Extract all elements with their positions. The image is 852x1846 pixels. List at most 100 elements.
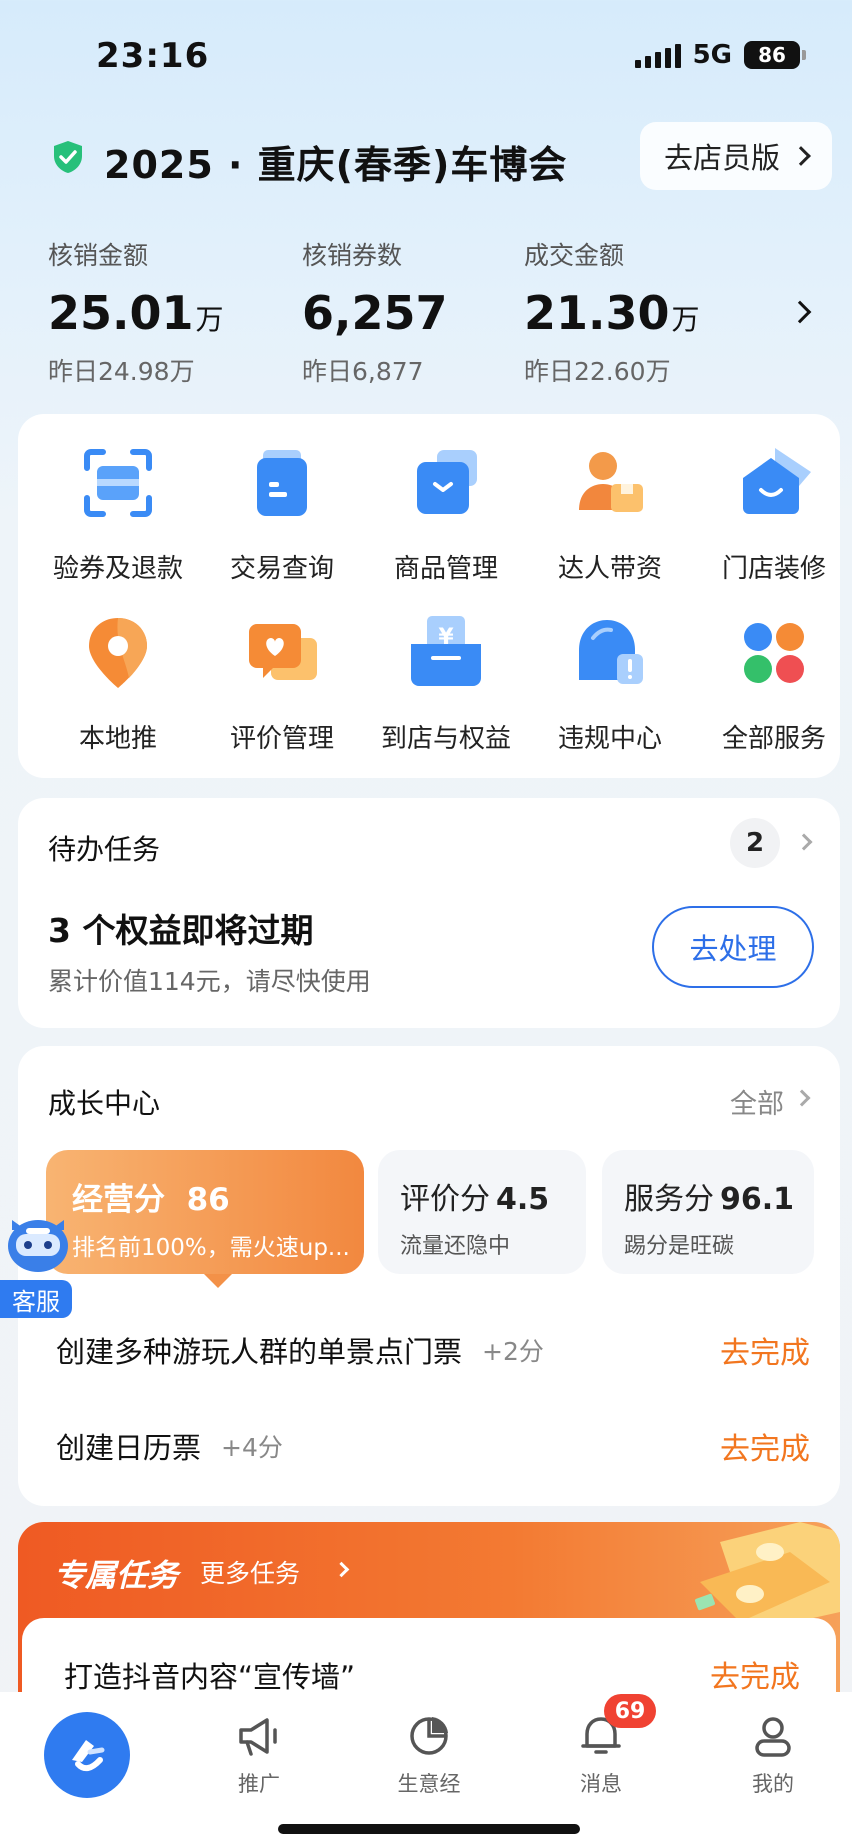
- document-icon: [257, 450, 307, 516]
- store-title[interactable]: 2025 · 重庆(春季)车博会: [104, 134, 567, 189]
- nav-label: 我的: [752, 1772, 794, 1796]
- services-grid: 验券及退款 交易查询 商品管理 达人带资 门店装修 本地推 评价管理 ¥ 到店与…: [18, 414, 840, 778]
- coins-decoration-icon: [695, 1522, 840, 1632]
- status-indicators: 5G 86: [634, 40, 806, 70]
- todo-main-text: 3 个权益即将过期: [48, 911, 314, 950]
- task-name: 创建日历票: [56, 1431, 202, 1465]
- bottom-nav: 推广 生意经 69 消息 我的: [0, 1692, 852, 1846]
- status-bar: 23:16 5G 86: [0, 0, 852, 110]
- chevron-right-icon[interactable]: [793, 1089, 811, 1107]
- yuan-icon: ¥: [411, 616, 481, 686]
- verified-shield-icon: [54, 141, 82, 173]
- switch-staff-label: 去店员版: [663, 141, 780, 175]
- service-verify-refund[interactable]: 验券及退款: [36, 444, 200, 585]
- alert-icon: [579, 620, 643, 684]
- service-transaction-query[interactable]: 交易查询: [200, 444, 364, 585]
- review-score-card[interactable]: 评价分 4.5 流量还隐中: [378, 1150, 586, 1274]
- switch-staff-version-button[interactable]: 去店员版: [639, 122, 832, 190]
- robot-icon: [8, 1220, 68, 1272]
- service-instore-benefits[interactable]: ¥ 到店与权益: [364, 614, 528, 755]
- growth-all-link[interactable]: 全部: [730, 1082, 784, 1121]
- task-points: +4分: [221, 1433, 283, 1462]
- score-desc: 流量还隐中: [400, 1234, 511, 1259]
- stat-deal-amount: 成交金额 21.30万 昨日22.60万: [524, 236, 700, 388]
- chevron-right-icon[interactable]: [795, 833, 813, 851]
- customer-service-label: 客服: [0, 1280, 72, 1318]
- score-name-value: 经营分 86: [72, 1182, 230, 1218]
- house-icon: [743, 448, 811, 514]
- more-tasks-link[interactable]: 更多任务: [200, 1554, 300, 1590]
- chevron-right-icon[interactable]: [333, 1561, 350, 1578]
- stat-yesterday: 昨日6,877: [302, 357, 424, 386]
- service-review-management[interactable]: 评价管理: [200, 614, 364, 755]
- nav-business[interactable]: 生意经: [374, 1714, 484, 1798]
- scan-icon: [84, 449, 152, 517]
- box-icon: [417, 450, 477, 514]
- service-local-promo[interactable]: 本地推: [36, 614, 200, 755]
- process-button[interactable]: 去处理: [652, 906, 814, 988]
- user-icon: [755, 1717, 791, 1757]
- battery-icon: 86: [744, 41, 806, 69]
- todo-count-badge[interactable]: 2: [730, 818, 780, 868]
- service-product-management[interactable]: 商品管理: [364, 444, 528, 585]
- nav-messages[interactable]: 69 消息: [546, 1694, 656, 1798]
- stat-redeem-count: 核销券数 6,257 昨日6,877: [302, 236, 450, 388]
- service-influencer[interactable]: 达人带资: [528, 444, 692, 585]
- service-score-card[interactable]: 服务分 96.1 踢分是旺碳: [602, 1150, 814, 1274]
- stat-label: 核销券数: [302, 241, 403, 270]
- stat-redeem-amount: 核销金额 25.01万 昨日24.98万: [48, 236, 224, 388]
- nav-promotion[interactable]: 推广: [204, 1714, 314, 1798]
- task-name: 打造抖音内容“宣传墙”: [64, 1660, 356, 1694]
- task-complete-button[interactable]: 去完成: [710, 1652, 800, 1696]
- nav-label: 生意经: [397, 1772, 461, 1796]
- grid-icon: [744, 623, 804, 683]
- stat-label: 核销金额: [48, 241, 149, 270]
- business-stats[interactable]: 核销金额 25.01万 昨日24.98万 核销券数 6,257 昨日6,877 …: [0, 236, 852, 386]
- task-complete-button[interactable]: 去完成: [720, 1328, 810, 1372]
- customer-service-float[interactable]: 客服: [0, 1196, 76, 1320]
- growth-title: 成长中心: [48, 1087, 161, 1120]
- growth-task-row: 创建多种游玩人群的单景点门票 +2分 去完成: [56, 1320, 810, 1380]
- service-label: 门店装修: [721, 554, 826, 584]
- chevron-right-icon[interactable]: [788, 300, 812, 324]
- score-desc: 排名前100%，需火速up...: [72, 1235, 350, 1261]
- nav-home-button[interactable]: [44, 1712, 130, 1798]
- message-count-badge: 69: [604, 1694, 656, 1728]
- service-label: 评价管理: [229, 724, 334, 754]
- service-label: 验券及退款: [52, 554, 183, 584]
- megaphone-icon: [239, 1718, 277, 1756]
- chevron-right-icon: [791, 146, 811, 166]
- todo-card: 待办任务 2 3 个权益即将过期 累计价值114元，请尽快使用 去处理: [18, 798, 840, 1028]
- task-complete-button[interactable]: 去完成: [720, 1424, 810, 1468]
- growth-task-row: 创建日历票 +4分 去完成: [56, 1416, 810, 1476]
- location-icon: [89, 618, 147, 688]
- home-indicator: [278, 1824, 580, 1834]
- nav-label: 推广: [238, 1772, 280, 1796]
- pie-chart-icon: [410, 1717, 448, 1755]
- score-name-value: 服务分 96.1: [624, 1182, 795, 1217]
- service-label: 本地推: [78, 724, 157, 754]
- stat-label: 成交金额: [524, 241, 625, 270]
- service-label: 商品管理: [393, 554, 498, 584]
- score-name-value: 评价分 4.5: [400, 1182, 550, 1217]
- service-label: 到店与权益: [380, 724, 511, 754]
- nav-profile[interactable]: 我的: [718, 1714, 828, 1798]
- service-all-services[interactable]: 全部服务: [692, 614, 852, 755]
- stat-yesterday: 昨日24.98万: [48, 357, 195, 386]
- todo-title: 待办任务: [48, 833, 161, 866]
- person-icon: [579, 452, 643, 512]
- score-desc: 踢分是旺碳: [624, 1234, 735, 1259]
- task-name: 创建多种游玩人群的单景点门票: [56, 1335, 463, 1369]
- network-type: 5G: [692, 40, 732, 70]
- service-violation-center[interactable]: 违规中心: [528, 614, 692, 755]
- store-header: 2025 · 重庆(春季)车博会 去店员版: [0, 122, 852, 192]
- task-points: +2分: [482, 1337, 544, 1366]
- stat-value: 25.01万: [48, 286, 224, 340]
- service-store-decoration[interactable]: 门店装修: [692, 444, 852, 585]
- signal-icon: [634, 42, 681, 68]
- nav-label: 消息: [580, 1772, 622, 1796]
- operation-score-card[interactable]: 经营分 86 排名前100%，需火速up...: [46, 1150, 364, 1288]
- service-label: 交易查询: [229, 554, 334, 584]
- stat-value: 6,257: [302, 286, 448, 340]
- todo-sub-text: 累计价值114元，请尽快使用: [48, 967, 371, 996]
